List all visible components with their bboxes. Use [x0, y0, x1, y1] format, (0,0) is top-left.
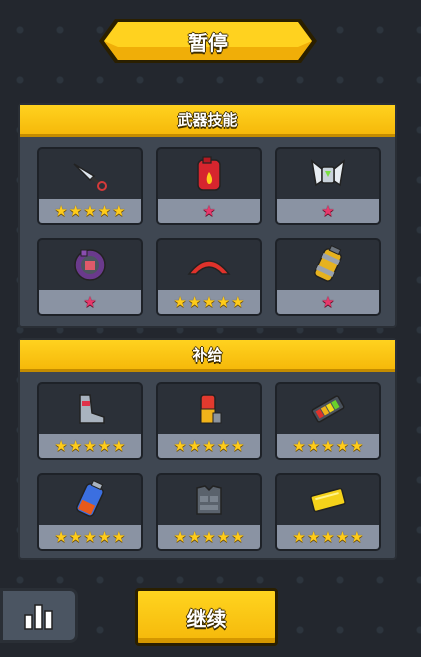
energy-drink-icon: [200, 394, 222, 424]
supply-card-boot[interactable]: ★ ★ ★ ★ ★: [37, 382, 143, 460]
star-rating: ★ ★ ★ ★ ★: [39, 434, 141, 458]
star-rating: ★: [277, 199, 379, 223]
star-rating: ★ ★ ★ ★ ★: [158, 525, 260, 549]
weapons-grid: ★ ★ ★ ★ ★ ★ ★ ★ ★ ★ ★ ★ ★ ★: [20, 137, 395, 316]
star-rating: ★: [39, 290, 141, 314]
bar-chart-icon: [24, 603, 53, 630]
stats-button[interactable]: [0, 588, 78, 643]
armor-vest-icon: [196, 485, 222, 515]
star-rating: ★ ★ ★ ★ ★: [277, 525, 379, 549]
armored-boot-icon: [79, 394, 105, 424]
weapons-header: 武器技能: [20, 105, 395, 137]
star-rating: ★: [277, 290, 379, 314]
supply-card-battery[interactable]: ★ ★ ★ ★ ★: [275, 382, 381, 460]
page-title: 暂停: [188, 30, 228, 55]
star-rating: ★ ★ ★ ★ ★: [277, 434, 379, 458]
weapon-card-drone[interactable]: ★: [37, 238, 143, 316]
kunai-icon: [73, 163, 107, 191]
supply-card-drink[interactable]: ★ ★ ★ ★ ★: [156, 382, 262, 460]
drone-icon: [74, 249, 106, 281]
title-banner: 暂停: [97, 17, 319, 65]
fuel-cell-icon: [76, 480, 104, 517]
weapon-card-kunai[interactable]: ★ ★ ★ ★ ★: [37, 147, 143, 225]
weapon-card-boomerang[interactable]: ★ ★ ★ ★ ★: [156, 238, 262, 316]
weapon-card-guardian[interactable]: ★: [275, 147, 381, 225]
weapons-panel: 武器技能 ★ ★ ★ ★ ★ ★ ★ ★ ★ ★ ★ ★ ★ ★: [18, 103, 397, 328]
supplies-panel: 补给 ★ ★ ★ ★ ★ ★ ★ ★ ★ ★ ★ ★ ★ ★ ★ ★ ★ ★ ★…: [18, 338, 397, 560]
boomerang-icon: [187, 260, 231, 275]
weapon-card-molotov[interactable]: ★: [156, 147, 262, 225]
supply-card-fuel[interactable]: ★ ★ ★ ★ ★: [37, 473, 143, 551]
supplies-grid: ★ ★ ★ ★ ★ ★ ★ ★ ★ ★ ★ ★ ★ ★ ★ ★ ★ ★ ★ ★ …: [20, 372, 395, 551]
star-rating: ★ ★ ★ ★ ★: [39, 199, 141, 223]
grenade-canister-icon: [314, 245, 342, 282]
battery-pack-icon: [311, 395, 345, 423]
gold-ticket-icon: [310, 487, 346, 513]
star-rating: ★ ★ ★ ★ ★: [158, 434, 260, 458]
guardian-shield-icon: [310, 159, 346, 187]
star-rating: ★ ★ ★ ★ ★: [158, 290, 260, 314]
continue-button[interactable]: 继续: [135, 588, 278, 646]
star-rating: ★: [158, 199, 260, 223]
supplies-header: 补给: [20, 340, 395, 372]
weapon-card-grenade[interactable]: ★: [275, 238, 381, 316]
molotov-canister-icon: [197, 156, 221, 191]
star-rating: ★ ★ ★ ★ ★: [39, 525, 141, 549]
supply-card-vest[interactable]: ★ ★ ★ ★ ★: [156, 473, 262, 551]
supply-card-ticket[interactable]: ★ ★ ★ ★ ★: [275, 473, 381, 551]
